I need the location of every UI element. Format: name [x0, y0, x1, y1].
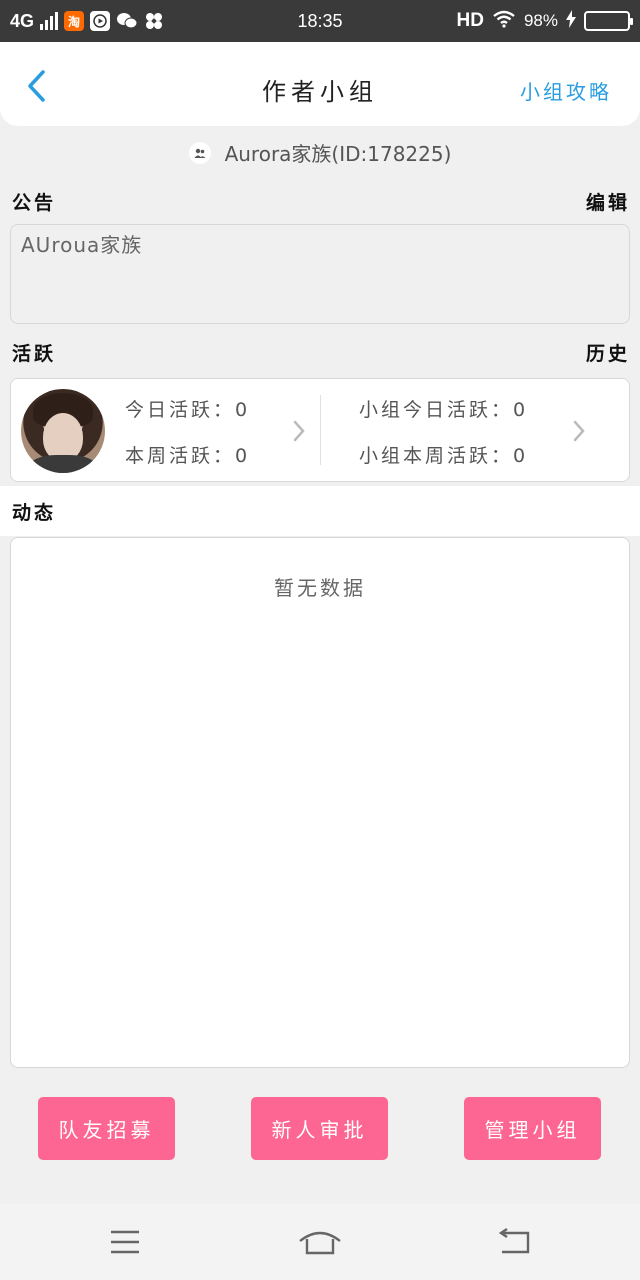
week-activity: 本周活跃：0 — [125, 445, 251, 467]
menu-icon — [111, 1230, 139, 1254]
taobao-icon: 淘 — [64, 11, 85, 31]
activity-label: 活跃 — [12, 343, 57, 365]
group-name-id: Aurora家族(ID:178225) — [224, 142, 452, 166]
group-guide-link[interactable]: 小组攻略 — [520, 76, 612, 105]
app-header: 作者小组 小组攻略 — [0, 42, 640, 126]
group-week-activity: 小组本周活跃：0 — [359, 445, 529, 467]
back-nav-button[interactable] — [485, 1222, 545, 1262]
recruit-button[interactable]: 队友招募 — [38, 1097, 175, 1160]
status-bar: 4G 淘 18:35 HD 98% — [0, 0, 640, 42]
signal-icon — [40, 12, 59, 30]
charging-icon — [566, 9, 576, 33]
status-left: 4G 淘 — [10, 11, 164, 32]
video-icon — [90, 11, 111, 31]
chevron-right-icon[interactable] — [287, 417, 311, 445]
group-info: Aurora家族(ID:178225) — [0, 138, 640, 167]
home-button[interactable] — [290, 1222, 350, 1262]
feed-list: 暂无数据 — [10, 537, 630, 1068]
approve-button[interactable]: 新人审批 — [251, 1097, 388, 1160]
network-type: 4G — [10, 10, 35, 31]
edit-button[interactable]: 编辑 — [586, 188, 630, 215]
menu-button[interactable] — [95, 1222, 155, 1262]
feed-header — [0, 486, 640, 536]
system-nav-bar — [0, 1204, 640, 1280]
battery-percent: 98% — [523, 11, 558, 30]
group-today-activity: 小组今日活跃：0 — [359, 399, 529, 421]
back-button[interactable] — [16, 66, 56, 106]
activity-card: 今日活跃：0 本周活跃：0 小组今日活跃：0 小组本周活跃：0 — [10, 378, 630, 482]
group-icon — [188, 141, 211, 164]
home-icon — [299, 1231, 341, 1255]
wechat-icon — [116, 11, 138, 31]
chevron-right-icon[interactable] — [567, 417, 591, 445]
hd-indicator: HD — [456, 10, 484, 31]
chevron-left-icon — [28, 70, 45, 102]
history-button[interactable]: 历史 — [586, 339, 630, 366]
battery-icon — [584, 11, 633, 31]
notice-text: AUroua家族 — [21, 233, 143, 257]
status-right: HD 98% — [456, 9, 633, 33]
return-icon — [498, 1228, 530, 1254]
notice-label: 公告 — [12, 192, 57, 214]
today-activity: 今日活跃：0 — [125, 399, 251, 421]
divider — [320, 395, 321, 465]
wifi-icon — [492, 10, 516, 33]
empty-state-text: 暂无数据 — [274, 576, 366, 600]
feed-label: 动态 — [12, 502, 57, 524]
avatar — [21, 389, 105, 473]
manage-group-button[interactable]: 管理小组 — [464, 1097, 601, 1160]
pinwheel-icon — [144, 11, 164, 31]
notice-content[interactable]: AUroua家族 — [10, 224, 630, 324]
